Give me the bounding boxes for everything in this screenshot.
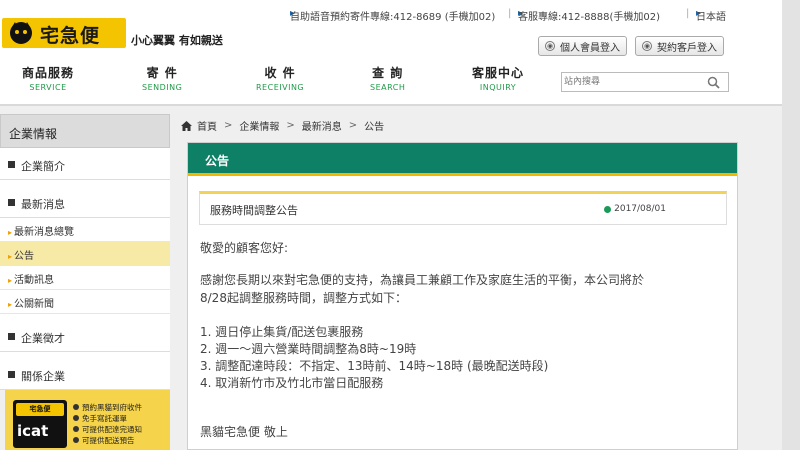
sidebar-subitem-pr-news[interactable]: ▸ 公關新聞 (0, 290, 170, 314)
square-bullet-icon (8, 199, 15, 206)
announcement-panel: 公告 服務時間調整公告 2017/08/01 敬愛的顧客您好: 感謝您長期以來對… (187, 142, 738, 450)
icat-logo: 宅急便 icat (13, 400, 67, 448)
user-icon: ◉ (545, 41, 555, 51)
user-icon: ◉ (642, 41, 652, 51)
list-item: 可提供配達完通知 (73, 424, 142, 435)
sidebar-title: 企業情報 (0, 114, 170, 148)
intro-line-2: 8/28起調整服務時間，調整方式如下： (200, 291, 407, 305)
caret-right-icon: ▸ (8, 228, 13, 237)
logo-text: 宅急便 (40, 25, 101, 47)
square-bullet-icon (8, 333, 15, 340)
header-divider (0, 104, 800, 106)
signature-text: 黑貓宅急便 敬上 (200, 425, 288, 439)
notice-title: 服務時間調整公告 (210, 204, 298, 217)
icat-feature-list: 預約黑貓到府收件 免手寫託運單 可提供配達完通知 可提供配送預告 (73, 402, 142, 446)
sidebar-subitem-news-overview[interactable]: ▸ 最新消息總覽 (0, 218, 170, 242)
square-bullet-icon (8, 161, 15, 168)
intro-line-1: 感謝您長期以來對宅急便的支持，為讓員工兼顧工作及家庭生活的平衡，本公司將於 (200, 273, 645, 287)
list-item: 3. 調整配達時段：不指定、13時前、14時~18時 (最晚配送時段) (200, 359, 549, 373)
list-item: 4. 取消新竹市及竹北市當日配服務 (200, 376, 384, 390)
breadcrumb-home[interactable]: 首頁 (197, 118, 217, 133)
list-item: 可提供配送預告 (73, 435, 142, 446)
search-button[interactable] (698, 73, 728, 91)
notice-date: 2017/08/01 (604, 204, 666, 214)
list-item: 免手寫託運單 (73, 413, 142, 424)
breadcrumb-corporate[interactable]: 企業情報 (239, 118, 279, 133)
search-icon (707, 76, 720, 89)
breadcrumb-news[interactable]: 最新消息 (302, 118, 342, 133)
caret-right-icon: ▸ (8, 276, 13, 285)
sidebar-item-careers[interactable]: 企業徵才 (0, 320, 170, 352)
list-item: 1. 週日停止集貨/配送包裹服務 (200, 325, 364, 339)
sidebar-subitem-events[interactable]: ▸ 活動訊息 (0, 266, 170, 290)
list-item: 2. 週一～週六營業時間調整為8時~19時 (200, 342, 417, 356)
sidebar-subitem-announcement[interactable]: ▸ 公告 (0, 242, 170, 266)
nav-service[interactable]: 商品服務 SERVICE (22, 64, 74, 92)
sidebar-item-news[interactable]: 最新消息 (0, 186, 170, 218)
caret-right-icon: ▸ (8, 252, 13, 261)
site-search (561, 72, 729, 92)
page-scrollbar[interactable] (782, 0, 800, 450)
breadcrumb: 首頁 > 企業情報 > 最新消息 > 公告 (181, 118, 384, 133)
adjustment-list: 1. 週日停止集貨/配送包裹服務 2. 週一～週六營業時間調整為8時~19時 3… (200, 323, 548, 391)
home-icon (181, 120, 192, 131)
black-cat-icon (10, 22, 32, 44)
sidebar: 企業情報 企業簡介 最新消息 ▸ 最新消息總覽 ▸ 公告 ▸ 活動訊息 ▸ 公關新聞 企… (0, 114, 170, 390)
breadcrumb-current: 公告 (364, 122, 385, 133)
site-header: 宅急便 小心翼翼 有如親送 ▸ 自助語音預約寄件專線:412-8689 (手機加0… (0, 0, 800, 104)
slogan: 小心翼翼 有如親送 (131, 34, 223, 47)
sidebar-item-affiliates[interactable]: 關係企業 (0, 358, 170, 390)
personal-login-button[interactable]: ◉ 個人會員登入 (538, 36, 627, 56)
square-bullet-icon (8, 371, 15, 378)
nav-search[interactable]: 查 詢 SEARCH (370, 64, 405, 92)
search-input[interactable] (564, 74, 694, 90)
greeting-text: 敬愛的顧客您好: (200, 241, 289, 255)
nav-inquiry[interactable]: 客服中心 INQUIRY (472, 64, 524, 92)
nav-receiving[interactable]: 收 件 RECEIVING (256, 64, 304, 92)
site-logo[interactable]: 宅急便 (2, 18, 126, 48)
caret-right-icon: ▸ (8, 300, 13, 309)
icat-banner[interactable]: 宅急便 icat 預約黑貓到府收件 免手寫託運單 可提供配達完通知 可提供配送預… (5, 390, 170, 450)
green-dot-icon (604, 205, 612, 213)
list-item: 預約黑貓到府收件 (73, 402, 142, 413)
panel-heading: 公告 (188, 143, 737, 176)
nav-sending[interactable]: 寄 件 SENDING (142, 64, 182, 92)
notice-header: 服務時間調整公告 2017/08/01 (199, 191, 727, 225)
sidebar-item-company-intro[interactable]: 企業簡介 (0, 148, 170, 180)
contract-login-button[interactable]: ◉ 契約客戶登入 (635, 36, 724, 56)
